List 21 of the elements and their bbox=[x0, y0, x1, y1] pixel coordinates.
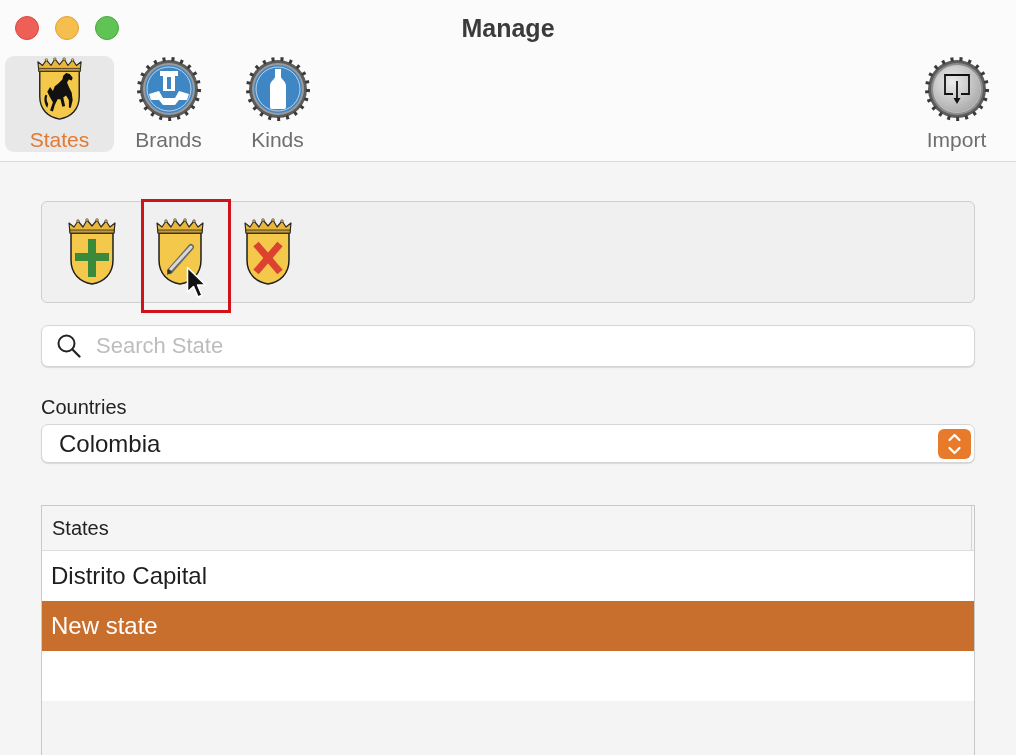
delete-shield-icon[interactable] bbox=[243, 218, 293, 286]
field-label: Countries bbox=[41, 395, 127, 419]
column-header[interactable]: States bbox=[42, 506, 972, 550]
country-popup[interactable]: Colombia bbox=[41, 424, 975, 463]
pencil-shield-icon[interactable] bbox=[155, 218, 205, 286]
search-field[interactable]: Search State bbox=[41, 325, 975, 367]
toolbar-tab[interactable]: Brands bbox=[114, 56, 223, 152]
close-icon[interactable] bbox=[15, 15, 39, 40]
toolbar-tab[interactable]: Kinds bbox=[223, 56, 332, 152]
bottle-cap-icon bbox=[245, 57, 310, 121]
chevron-updown-icon bbox=[938, 428, 971, 459]
import-button[interactable]: Import bbox=[902, 56, 1011, 152]
emblem-cap-icon bbox=[136, 57, 201, 121]
table-row[interactable]: Distrito Capital bbox=[42, 551, 974, 601]
window-title: Manage bbox=[461, 12, 555, 43]
import-icon bbox=[924, 57, 989, 121]
zoom-icon[interactable] bbox=[95, 15, 119, 40]
horse-shield-icon bbox=[36, 57, 83, 121]
table-row[interactable]: New state bbox=[42, 601, 974, 651]
search-icon bbox=[57, 334, 81, 358]
add-shield-icon[interactable] bbox=[67, 218, 117, 286]
